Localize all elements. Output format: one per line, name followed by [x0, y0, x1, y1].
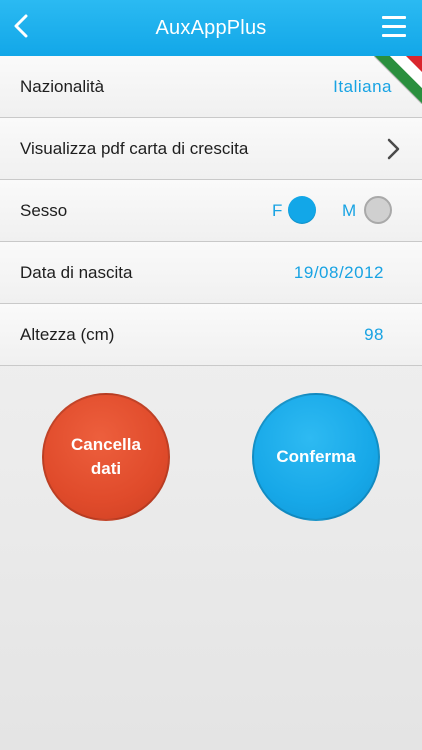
birth-date-label: Data di nascita [20, 263, 133, 282]
growth-chart-pdf-label: Visualizza pdf carta di crescita [20, 139, 249, 158]
page-title: AuxAppPlus [155, 17, 267, 39]
birth-date-row[interactable]: Data di nascita 19/08/2012 [0, 242, 422, 304]
cancel-data-button[interactable]: Cancella dati [42, 393, 170, 521]
confirm-label: Conferma [276, 447, 356, 466]
sex-option-f-label[interactable]: F [272, 180, 282, 242]
confirm-button[interactable]: Conferma [252, 393, 380, 521]
sex-row: Sesso F M [0, 180, 422, 242]
height-value[interactable]: 98 [364, 304, 384, 366]
sex-label: Sesso [20, 201, 68, 220]
height-label: Altezza (cm) [20, 325, 115, 344]
nationality-row[interactable]: Nazionalità Italiana [0, 56, 422, 118]
menu-button[interactable] [380, 13, 410, 41]
sex-option-m-label[interactable]: M [342, 180, 356, 242]
navigation-bar: AuxAppPlus [0, 0, 422, 56]
sex-option-m-radio[interactable] [364, 196, 392, 224]
growth-chart-pdf-row[interactable]: Visualizza pdf carta di crescita [0, 118, 422, 180]
sex-option-f-radio[interactable] [288, 196, 316, 224]
birth-date-value[interactable]: 19/08/2012 [294, 242, 384, 304]
height-row[interactable]: Altezza (cm) 98 [0, 304, 422, 366]
chevron-right-icon [387, 138, 400, 160]
nationality-label: Nazionalità [20, 77, 105, 96]
italian-flag-icon [374, 56, 422, 104]
cancel-data-label: Cancella dati [71, 435, 141, 478]
